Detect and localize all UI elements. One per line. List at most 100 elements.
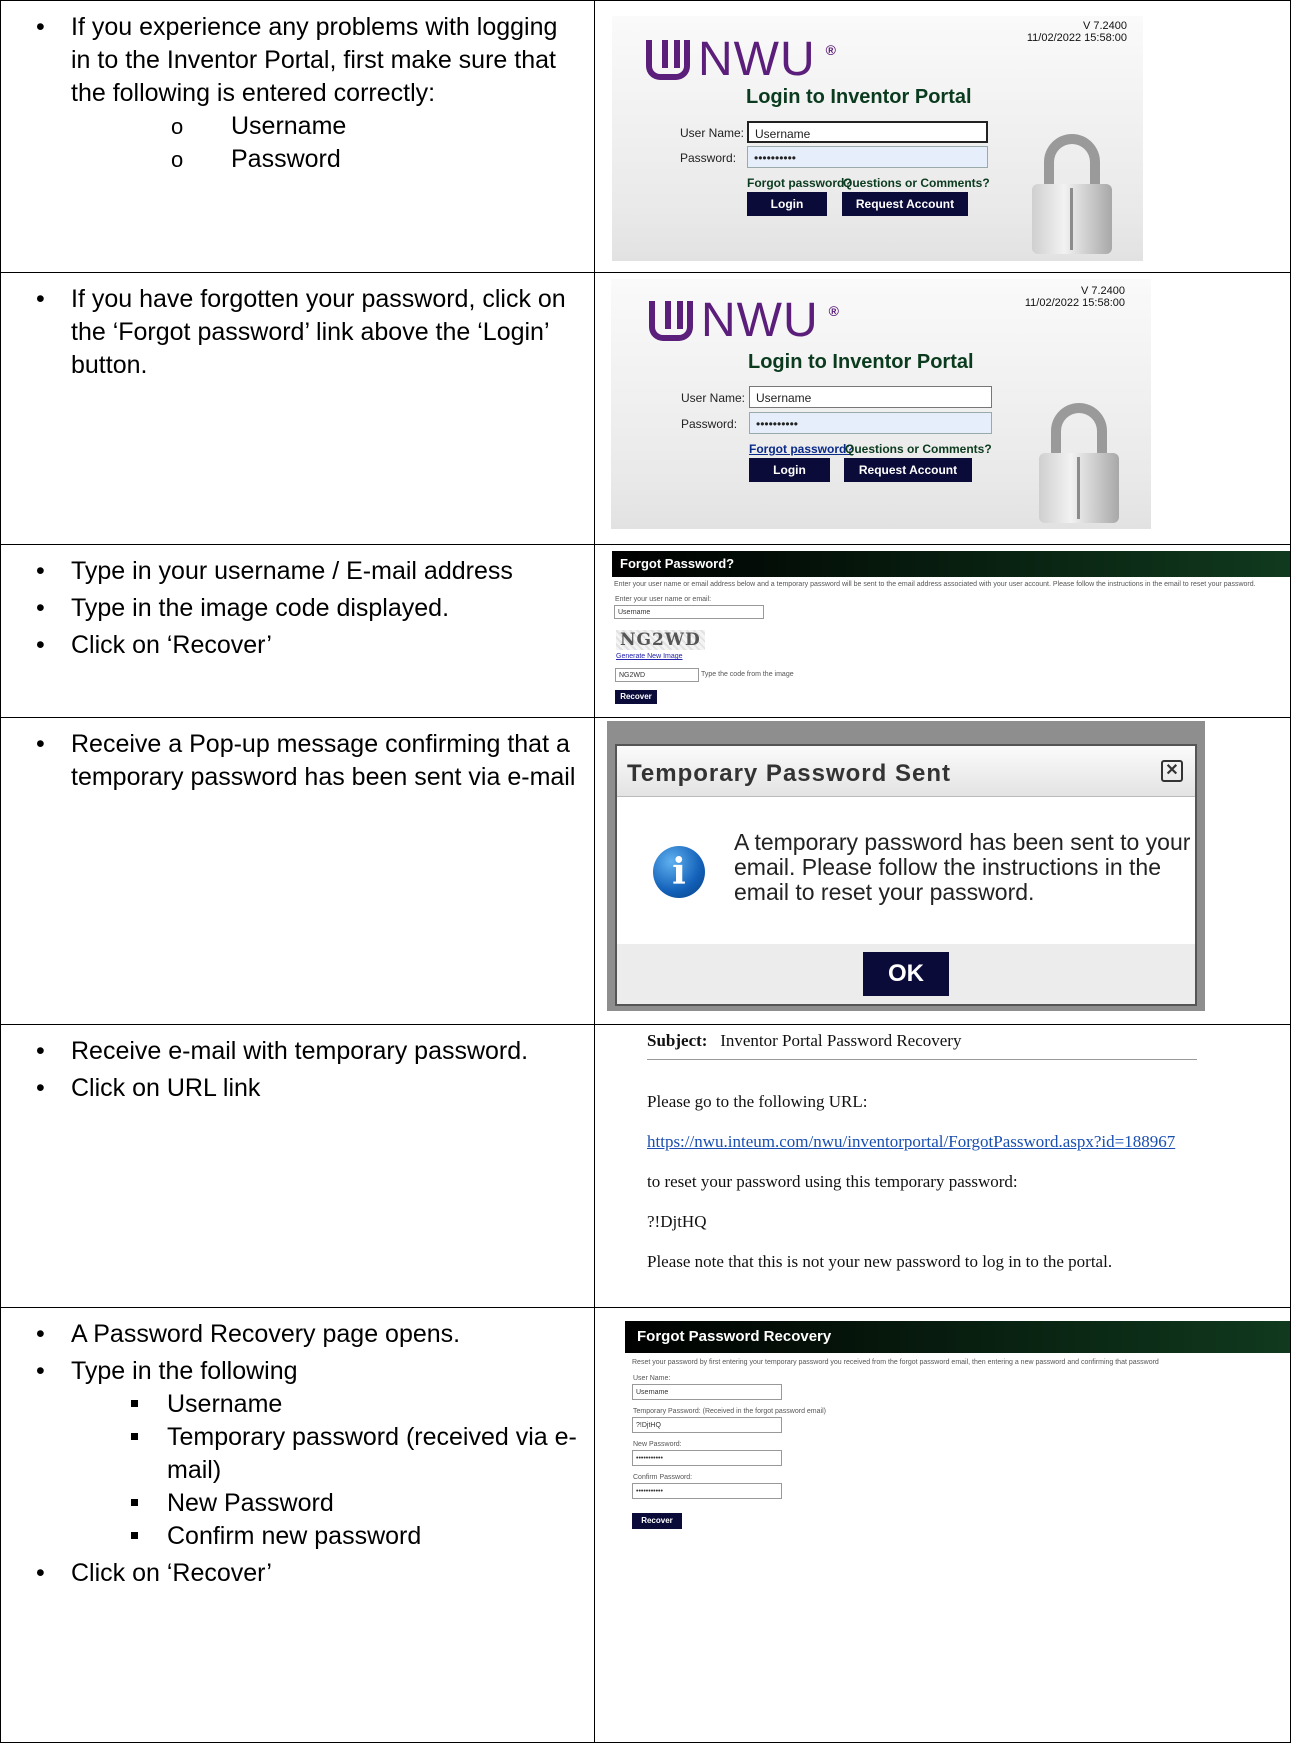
bullet-item: Receive e-mail with temporary password. bbox=[36, 1035, 582, 1068]
bullet-item: If you have forgotten your password, cli… bbox=[36, 283, 582, 382]
captcha-hint: Type the code from the image bbox=[701, 671, 794, 678]
user-name-label: User Name: bbox=[633, 1375, 671, 1382]
bullet-item: Click on ‘Recover’ bbox=[36, 629, 582, 662]
email-line-3: Please note that this is not your new pa… bbox=[647, 1252, 1113, 1271]
bullet-item: Click on ‘Recover’ bbox=[36, 1557, 582, 1590]
username-label: User Name: bbox=[680, 126, 745, 140]
instruction-cell-3: Type in your username / E-mail address T… bbox=[0, 544, 595, 718]
step-row-4: Receive a Pop-up message confirming that… bbox=[0, 717, 1291, 1025]
recover-button[interactable]: Recover bbox=[632, 1513, 682, 1529]
sub-item-password: Password bbox=[41, 143, 582, 176]
version-info: V 7.2400 11/02/2022 15:58:00 bbox=[1026, 20, 1127, 44]
screenshot-cell-4: Temporary Password Sent ✕ i A temporary … bbox=[594, 717, 1291, 1025]
step-row-2: If you have forgotten your password, cli… bbox=[0, 272, 1291, 545]
nwu-logo: NWU ® bbox=[646, 32, 836, 87]
questions-link[interactable]: Questions or Comments? bbox=[845, 442, 992, 456]
password-label: Password: bbox=[681, 417, 738, 431]
dialog-message: A temporary password has been sent to yo… bbox=[734, 829, 1191, 905]
nwu-logo: NWU ® bbox=[649, 293, 839, 348]
step-row-1: If you experience any problems with logg… bbox=[0, 0, 1291, 273]
username-label: User Name: bbox=[681, 391, 746, 405]
questions-link[interactable]: Questions or Comments? bbox=[843, 176, 990, 190]
dialog-footer: OK bbox=[617, 944, 1195, 1004]
screenshot-cell-5: Subject: Inventor Portal Password Recove… bbox=[594, 1024, 1291, 1308]
temporary-password-dialog: Temporary Password Sent ✕ i A temporary … bbox=[615, 744, 1197, 1006]
confirm-password-label: Confirm Password: bbox=[633, 1474, 693, 1481]
steps-table: If you experience any problems with logg… bbox=[0, 0, 1291, 1743]
forgot-intro: Enter your user name or email address be… bbox=[614, 581, 1256, 588]
bullet-item: A Password Recovery page opens. bbox=[36, 1318, 582, 1351]
step-row-5: Receive e-mail with temporary password. … bbox=[0, 1024, 1291, 1308]
login-panel: NWU ® V 7.2400 11/02/2022 15:58:00 Login… bbox=[612, 16, 1143, 261]
captcha-image: NG2WD bbox=[616, 630, 705, 650]
recovery-header: Forgot Password Recovery bbox=[625, 1321, 1290, 1353]
screenshot-cell-6: Forgot Password Recovery Reset your pass… bbox=[594, 1307, 1291, 1743]
password-label: Password: bbox=[680, 151, 737, 165]
username-input[interactable]: Username bbox=[749, 386, 992, 408]
generate-new-image-link[interactable]: Generate New Image bbox=[616, 653, 683, 660]
instruction-cell-5: Receive e-mail with temporary password. … bbox=[0, 1024, 595, 1308]
bullet-item: Click on URL link bbox=[36, 1072, 582, 1105]
padlock-icon bbox=[1039, 403, 1119, 523]
screenshot-cell-1: NWU ® V 7.2400 11/02/2022 15:58:00 Login… bbox=[594, 0, 1291, 273]
login-button[interactable]: Login bbox=[747, 192, 827, 216]
close-icon[interactable]: ✕ bbox=[1161, 760, 1183, 782]
nwu-logo-icon bbox=[646, 39, 690, 80]
forgot-password-header: Forgot Password? bbox=[612, 551, 1290, 577]
subject-label: Subject: bbox=[647, 1031, 708, 1050]
step-row-6: A Password Recovery page opens. Type in … bbox=[0, 1307, 1291, 1743]
bullet-item: Type in the image code displayed. bbox=[36, 592, 582, 625]
screenshot-cell-2: NWU ® V 7.2400 11/02/2022 15:58:00 Login… bbox=[594, 272, 1291, 545]
sub-item: Confirm new password bbox=[41, 1520, 582, 1553]
login-button[interactable]: Login bbox=[749, 458, 830, 482]
info-icon: i bbox=[653, 846, 705, 898]
username-input[interactable]: Username bbox=[747, 121, 988, 143]
bullet-item: Type in the following bbox=[36, 1355, 582, 1388]
email-subject: Subject: Inventor Portal Password Recove… bbox=[647, 1031, 961, 1051]
temporary-password: ?!DjtHQ bbox=[647, 1212, 707, 1231]
temporary-password-input[interactable]: ?!DjtHQ bbox=[632, 1417, 782, 1433]
nwu-logo-icon bbox=[649, 300, 693, 341]
email-line-1: Please go to the following URL: bbox=[647, 1092, 868, 1111]
forgot-field-label: Enter your user name or email: bbox=[615, 596, 712, 603]
sub-item: New Password bbox=[41, 1487, 582, 1520]
user-name-input[interactable]: Username bbox=[632, 1384, 782, 1400]
captcha-code-input[interactable]: NG2WD bbox=[615, 668, 699, 682]
username-email-input[interactable]: Username bbox=[614, 605, 764, 619]
padlock-icon bbox=[1032, 134, 1112, 254]
sub-item-username: Username bbox=[41, 110, 582, 143]
login-panel: NWU ® V 7.2400 11/02/2022 15:58:00 Login… bbox=[611, 279, 1151, 529]
request-account-button[interactable]: Request Account bbox=[842, 192, 968, 216]
instruction-cell-1: If you experience any problems with logg… bbox=[0, 0, 595, 273]
recovery-url-link[interactable]: https://nwu.inteum.com/nwu/inventorporta… bbox=[647, 1132, 1175, 1152]
password-input[interactable]: •••••••••• bbox=[749, 412, 992, 434]
instruction-cell-2: If you have forgotten your password, cli… bbox=[0, 272, 595, 545]
ok-button[interactable]: OK bbox=[863, 952, 949, 996]
dialog-header: Temporary Password Sent ✕ bbox=[617, 746, 1195, 797]
bullet-item: If you experience any problems with logg… bbox=[36, 11, 582, 110]
temporary-password-label: Temporary Password: (Received in the for… bbox=[633, 1408, 826, 1415]
password-input[interactable]: •••••••••• bbox=[747, 146, 988, 168]
sub-item: Username bbox=[41, 1388, 582, 1421]
instruction-cell-6: A Password Recovery page opens. Type in … bbox=[0, 1307, 595, 1743]
subject-text: Inventor Portal Password Recovery bbox=[720, 1031, 962, 1050]
recovery-intro: Reset your password by first entering yo… bbox=[632, 1359, 1159, 1366]
sub-item: Temporary password (received via e-mail) bbox=[41, 1421, 582, 1487]
forgot-password-link[interactable]: Forgot password? bbox=[749, 442, 854, 456]
bullet-item: Type in your username / E-mail address bbox=[36, 555, 582, 588]
new-password-input[interactable]: ••••••••••• bbox=[632, 1450, 782, 1466]
recover-button[interactable]: Recover bbox=[615, 690, 657, 704]
login-title: Login to Inventor Portal bbox=[746, 86, 972, 108]
subject-divider bbox=[647, 1059, 1197, 1060]
request-account-button[interactable]: Request Account bbox=[844, 458, 972, 482]
forgot-password-link[interactable]: Forgot password? bbox=[747, 176, 852, 190]
version-info: V 7.2400 11/02/2022 15:58:00 bbox=[1024, 285, 1125, 309]
screenshot-cell-3: Forgot Password? Enter your user name or… bbox=[594, 544, 1291, 718]
instruction-document: If you experience any problems with logg… bbox=[0, 0, 1291, 1744]
brand-name: NWU bbox=[698, 33, 816, 86]
bullet-item: Receive a Pop-up message confirming that… bbox=[36, 728, 582, 794]
brand-name: NWU bbox=[701, 294, 819, 347]
confirm-password-input[interactable]: ••••••••••• bbox=[632, 1483, 782, 1499]
instruction-cell-4: Receive a Pop-up message confirming that… bbox=[0, 717, 595, 1025]
dialog-title: Temporary Password Sent bbox=[627, 760, 951, 787]
